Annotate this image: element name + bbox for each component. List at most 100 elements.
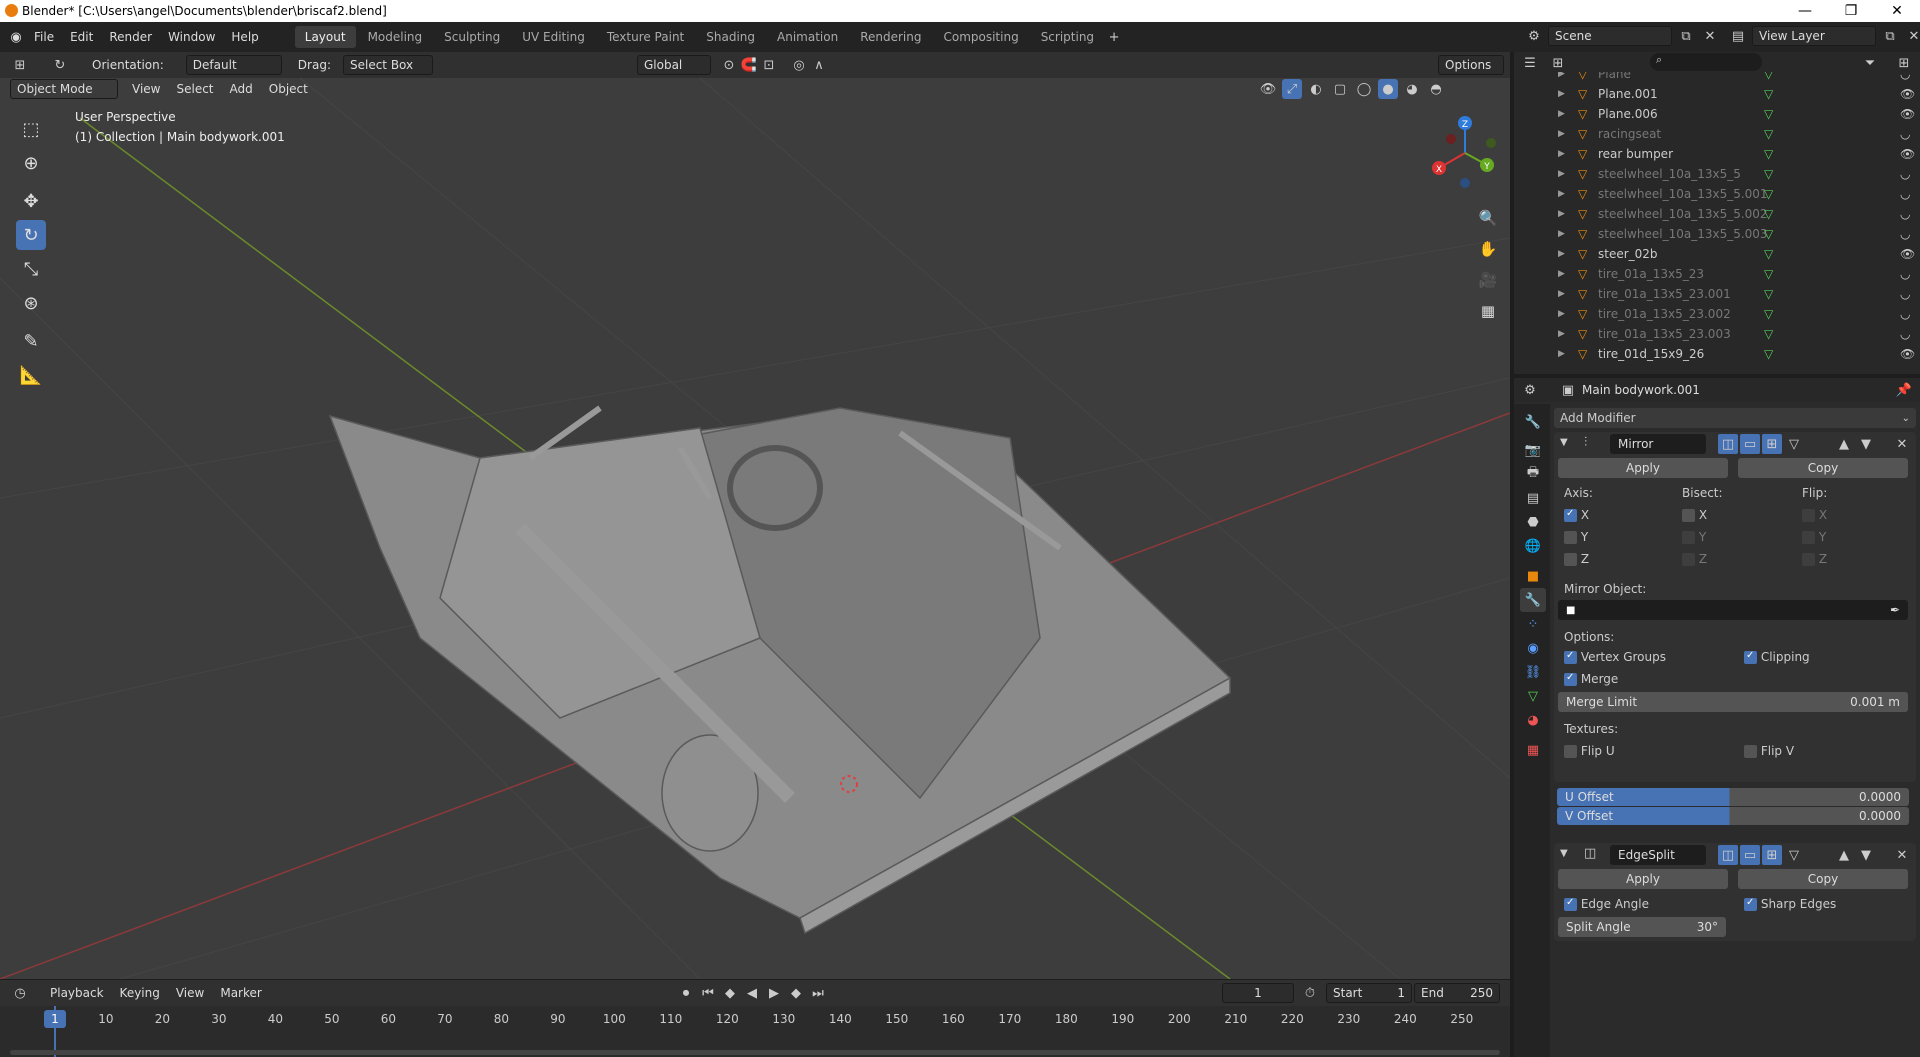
workspace-tab-compositing[interactable]: Compositing [933, 26, 1028, 48]
new-collection-icon[interactable]: ⊞ [1894, 53, 1914, 73]
rotate-tool-button-icon[interactable]: ↻ [16, 220, 46, 250]
mirror-viewport-icon[interactable]: ▭ [1740, 434, 1760, 454]
expand-arrow-icon[interactable]: ▶ [1558, 209, 1565, 219]
split-angle-field[interactable]: Split Angle 30° [1558, 917, 1726, 937]
mirror-render-icon[interactable]: ⊞ [1762, 434, 1782, 454]
snap-target-icon[interactable]: ⊡ [759, 55, 779, 75]
expand-arrow-icon[interactable]: ▶ [1558, 149, 1565, 159]
collapse-mirror-icon[interactable]: ▼ [1560, 437, 1568, 448]
axis-z-checkbox[interactable]: Z [1564, 552, 1589, 566]
outliner-item[interactable]: ▶ ▽ tire_01d_15x9_26 ▽ 👁 [1514, 344, 1920, 364]
stopwatch-icon[interactable]: ⏱ [1300, 983, 1320, 1003]
add-modifier-dropdown[interactable]: Add Modifier ⌄ [1554, 408, 1916, 428]
eyedropper-icon[interactable]: ✒ [1890, 603, 1900, 617]
timeline-scrollbar[interactable] [10, 1050, 1500, 1055]
next-keyframe-icon[interactable]: ◆ [786, 983, 806, 1003]
mirror-editmode-icon[interactable]: ◫ [1718, 434, 1738, 454]
falloff-icon[interactable]: ∧ [809, 55, 829, 75]
blender-menu-icon[interactable]: ◉ [6, 27, 26, 47]
proportional-edit-icon[interactable]: ◎ [789, 55, 809, 75]
mirror-cage-icon[interactable]: ▽ [1784, 434, 1804, 454]
outliner-item[interactable]: ▶ ▽ rear bumper ▽ 👁 [1514, 144, 1920, 164]
drag-dropdown[interactable]: Select Box [342, 55, 433, 75]
visibility-eye-icon[interactable]: 👁 [1900, 347, 1915, 361]
delete-view-layer-icon[interactable]: ✕ [1904, 26, 1920, 46]
display-mode-icon[interactable]: ⊞ [1548, 53, 1568, 73]
cursor-tool-icon[interactable]: ⊕ [16, 148, 46, 178]
expand-arrow-icon[interactable]: ▶ [1558, 329, 1565, 339]
jump-start-icon[interactable]: ⏮ [698, 983, 718, 1003]
expand-arrow-icon[interactable]: ▶ [1558, 309, 1565, 319]
particles-tab-icon[interactable]: ⁘ [1520, 612, 1546, 636]
flip-x-checkbox[interactable]: X [1802, 508, 1827, 522]
edge-angle-checkbox[interactable]: Edge Angle [1564, 897, 1649, 911]
expand-arrow-icon[interactable]: ▶ [1558, 72, 1565, 79]
timeline-menu-playback[interactable]: Playback [42, 986, 112, 1000]
expand-arrow-icon[interactable]: ▶ [1558, 289, 1565, 299]
tool-tab-icon[interactable]: 🔧 [1520, 410, 1546, 434]
navigation-gizmo[interactable]: Z X Y [1425, 113, 1505, 193]
move-tool-icon[interactable]: ✥ [16, 186, 46, 216]
visibility-eye-icon[interactable]: ◡ [1900, 167, 1910, 181]
menu-render[interactable]: Render [101, 30, 160, 44]
transform-orientation-dropdown[interactable]: Global [636, 55, 711, 75]
minimize-icon[interactable]: — [1782, 0, 1828, 22]
workspace-tab-rendering[interactable]: Rendering [850, 26, 931, 48]
visibility-eye-icon[interactable]: ◡ [1900, 327, 1910, 341]
flip-z-checkbox[interactable]: Z [1802, 552, 1827, 566]
expand-arrow-icon[interactable]: ▶ [1558, 249, 1565, 259]
material-tab-icon[interactable]: ◕ [1520, 708, 1546, 732]
outliner-item[interactable]: ▶ ▽ steelwheel_10a_13x5_5.001 ▽ ◡ [1514, 184, 1920, 204]
move-down-icon[interactable]: ▼ [1856, 434, 1876, 454]
current-frame-field[interactable]: 1 [1222, 983, 1294, 1003]
3d-viewport[interactable]: Object Mode View Select Add Object 👁 ⤢ ◐ ▢ … [0, 78, 1510, 979]
outliner-item[interactable]: ▶ ▽ steelwheel_10a_13x5_5.003 ▽ ◡ [1514, 224, 1920, 244]
flip-v-checkbox[interactable]: Flip V [1744, 744, 1794, 758]
world-tab-icon[interactable]: 🌐 [1520, 534, 1546, 558]
car-model[interactable] [328, 405, 1232, 935]
edgesplit-name-field[interactable]: EdgeSplit [1610, 845, 1706, 865]
bisect-z-checkbox[interactable]: Z [1682, 552, 1707, 566]
options-dropdown[interactable]: Options [1438, 55, 1504, 75]
bisect-y-checkbox[interactable]: Y [1682, 530, 1706, 544]
outliner-item[interactable]: ▶ ▽ steer_02b ▽ 👁 [1514, 244, 1920, 264]
visibility-eye-icon[interactable]: ◡ [1900, 227, 1910, 241]
visibility-eye-icon[interactable]: ◡ [1900, 207, 1910, 221]
scene-tab-icon[interactable]: ⬣ [1520, 510, 1546, 534]
visibility-eye-icon[interactable]: 👁 [1900, 87, 1915, 101]
ortho-grid-icon[interactable]: ▦ [1474, 297, 1502, 325]
u-offset-field[interactable]: U Offset 0.0000 [1557, 788, 1909, 806]
edgesplit-copy-button[interactable]: Copy [1738, 869, 1908, 889]
outliner-item[interactable]: ▶ ▽ Plane.006 ▽ 👁 [1514, 104, 1920, 124]
merge-limit-field[interactable]: Merge Limit 0.001 m [1558, 692, 1908, 712]
v-offset-field[interactable]: V Offset 0.0000 [1557, 807, 1909, 825]
outliner-search-input[interactable] [1650, 53, 1762, 71]
jump-end-icon[interactable]: ⏭ [808, 983, 828, 1003]
visibility-eye-icon[interactable]: ◡ [1900, 72, 1910, 81]
axis-x-checkbox[interactable]: X [1564, 508, 1589, 522]
workspace-tab-animation[interactable]: Animation [767, 26, 848, 48]
remove-edgesplit-icon[interactable]: ✕ [1892, 845, 1912, 865]
render-tab-icon[interactable]: 📷 [1520, 438, 1546, 462]
physics-tab-icon[interactable]: ◉ [1520, 636, 1546, 660]
start-frame-field[interactable]: Start 1 [1326, 983, 1412, 1003]
flip-u-checkbox[interactable]: Flip U [1564, 744, 1615, 758]
remove-mirror-icon[interactable]: ✕ [1892, 434, 1912, 454]
prev-keyframe-icon[interactable]: ◆ [720, 983, 740, 1003]
close-window-icon[interactable]: ✕ [1874, 0, 1920, 22]
select-box-icon[interactable]: ⬚ [16, 114, 46, 144]
delete-scene-icon[interactable]: ✕ [1700, 26, 1720, 46]
filter-icon[interactable]: ⏷ [1860, 53, 1880, 73]
edgesplit-move-up-icon[interactable]: ▲ [1834, 845, 1854, 865]
edgesplit-viewport-icon[interactable]: ▭ [1740, 845, 1760, 865]
axis-y-checkbox[interactable]: Y [1564, 530, 1588, 544]
expand-arrow-icon[interactable]: ▶ [1558, 269, 1565, 279]
end-frame-field[interactable]: End 250 [1414, 983, 1500, 1003]
pivot-icon[interactable]: ⊙ [719, 55, 739, 75]
editor-type-icon[interactable]: ⊞ [10, 55, 30, 75]
timeline-menu-keying[interactable]: Keying [112, 986, 168, 1000]
pin-icon[interactable]: 📌 [1894, 380, 1914, 400]
flip-y-checkbox[interactable]: Y [1802, 530, 1826, 544]
properties-editor-icon[interactable]: ⚙ [1520, 380, 1540, 400]
constraints-tab-icon[interactable]: ⛓ [1520, 660, 1546, 684]
